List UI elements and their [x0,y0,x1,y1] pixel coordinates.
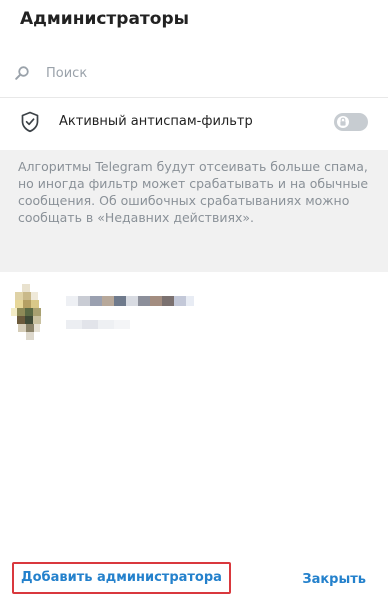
antispam-toggle[interactable] [334,113,368,131]
admin-name-redacted [66,296,194,306]
add-administrator-button[interactable]: Добавить администратора [12,562,231,594]
toggle-knob [337,116,349,128]
administrators-dialog: Администраторы Активный антиспам-фильтр … [0,0,388,600]
divider [0,97,388,98]
shield-check-icon [21,111,39,133]
search-icon [15,66,29,80]
antispam-filter-row[interactable]: Активный антиспам-фильтр [0,100,388,144]
close-button[interactable]: Закрыть [302,568,366,590]
antispam-filter-label: Активный антиспам-фильтр [59,114,253,129]
dialog-title: Администраторы [20,9,189,29]
search-bar[interactable] [0,52,388,92]
admin-list-item[interactable] [0,284,388,344]
admin-status-redacted [66,320,130,329]
avatar [11,284,41,340]
lock-icon [340,117,346,126]
search-input[interactable] [46,62,366,84]
antispam-info-text: Алгоритмы Telegram будут отсеивать больш… [0,150,388,272]
dialog-footer: Добавить администратора Закрыть [0,558,388,600]
